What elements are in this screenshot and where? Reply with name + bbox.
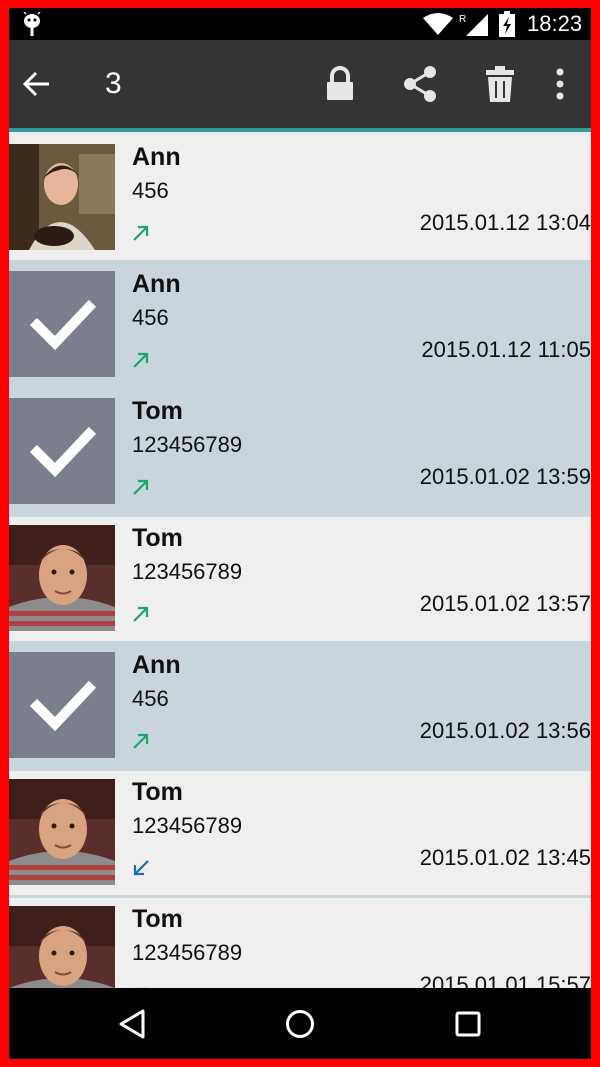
contact-name: Tom: [132, 524, 183, 552]
call-datetime: 2015.01.02 13:45: [419, 845, 591, 870]
contact-photo-tom: [9, 525, 115, 631]
check-icon: [9, 271, 115, 377]
outgoing-call-icon: [133, 733, 149, 749]
contact-name: Tom: [132, 905, 183, 933]
contact-number: 456: [132, 178, 169, 203]
incoming-call-icon: [133, 860, 149, 876]
battery-charging-icon: [499, 11, 515, 37]
wifi-icon: [423, 13, 453, 35]
call-row[interactable]: Ann 456 2015.01.12 11:05: [9, 263, 591, 390]
outgoing-call-icon: [133, 479, 149, 495]
call-row[interactable]: Tom 123456789 2015.01.01 15:57: [9, 898, 591, 988]
contact-name: Ann: [132, 270, 181, 298]
trash-icon[interactable]: [478, 62, 522, 106]
call-datetime: 2015.01.02 13:57: [419, 591, 591, 616]
contact-number: 456: [132, 686, 169, 711]
outgoing-call-icon: [133, 606, 149, 622]
contact-photo-tom: [9, 779, 115, 885]
check-icon: [9, 652, 115, 758]
call-datetime: 2015.01.02 13:56: [419, 718, 591, 743]
call-datetime: 2015.01.12 13:04: [419, 210, 591, 235]
call-row[interactable]: Tom 123456789 2015.01.02 13:59: [9, 390, 591, 517]
home-circle-icon[interactable]: [282, 1006, 318, 1042]
contact-name: Tom: [132, 778, 183, 806]
overflow-menu-icon[interactable]: [549, 62, 571, 106]
android-debug-icon: [23, 12, 41, 36]
selection-count: 3: [105, 67, 122, 100]
lock-icon[interactable]: [318, 62, 362, 106]
contact-number: 123456789: [132, 940, 243, 965]
contact-number: 123456789: [132, 559, 243, 584]
call-datetime: 2015.01.01 15:57: [419, 972, 591, 988]
contact-name: Ann: [132, 143, 181, 171]
contextual-action-bar: 3: [9, 40, 591, 132]
contact-number: 123456789: [132, 813, 243, 838]
call-row[interactable]: Ann 456 2015.01.02 13:56: [9, 644, 591, 771]
contact-name: Ann: [132, 651, 181, 679]
call-row[interactable]: Tom 123456789 2015.01.02 13:57: [9, 517, 591, 644]
contact-number: 123456789: [132, 432, 243, 457]
share-icon[interactable]: [398, 62, 442, 106]
call-datetime: 2015.01.02 13:59: [419, 464, 591, 489]
back-arrow-icon[interactable]: [21, 68, 53, 100]
status-bar: R 18:23: [9, 8, 591, 40]
check-icon: [9, 398, 115, 504]
back-triangle-icon[interactable]: [115, 1006, 151, 1042]
call-row[interactable]: Tom 123456789 2015.01.02 13:45: [9, 771, 591, 898]
svg-text:R: R: [459, 14, 466, 25]
call-datetime: 2015.01.12 11:05: [421, 337, 591, 362]
contact-name: Tom: [132, 397, 183, 425]
contact-photo-tom: [9, 906, 115, 988]
system-nav-bar: [9, 988, 591, 1059]
signal-roaming-icon: R: [459, 14, 488, 36]
contact-number: 456: [132, 305, 169, 330]
contact-photo-ann: [9, 144, 115, 250]
outgoing-call-icon: [133, 225, 149, 241]
phone-screen: R 18:23 3 Ann 456 2015.01.12 13:04 Ann 4…: [9, 8, 591, 1059]
recents-square-icon[interactable]: [450, 1006, 486, 1042]
outgoing-call-icon: [133, 352, 149, 368]
call-log-list[interactable]: Ann 456 2015.01.12 13:04 Ann 456 2015.01…: [9, 136, 591, 988]
status-clock: 18:23: [527, 11, 583, 36]
call-row[interactable]: Ann 456 2015.01.12 13:04: [9, 136, 591, 263]
